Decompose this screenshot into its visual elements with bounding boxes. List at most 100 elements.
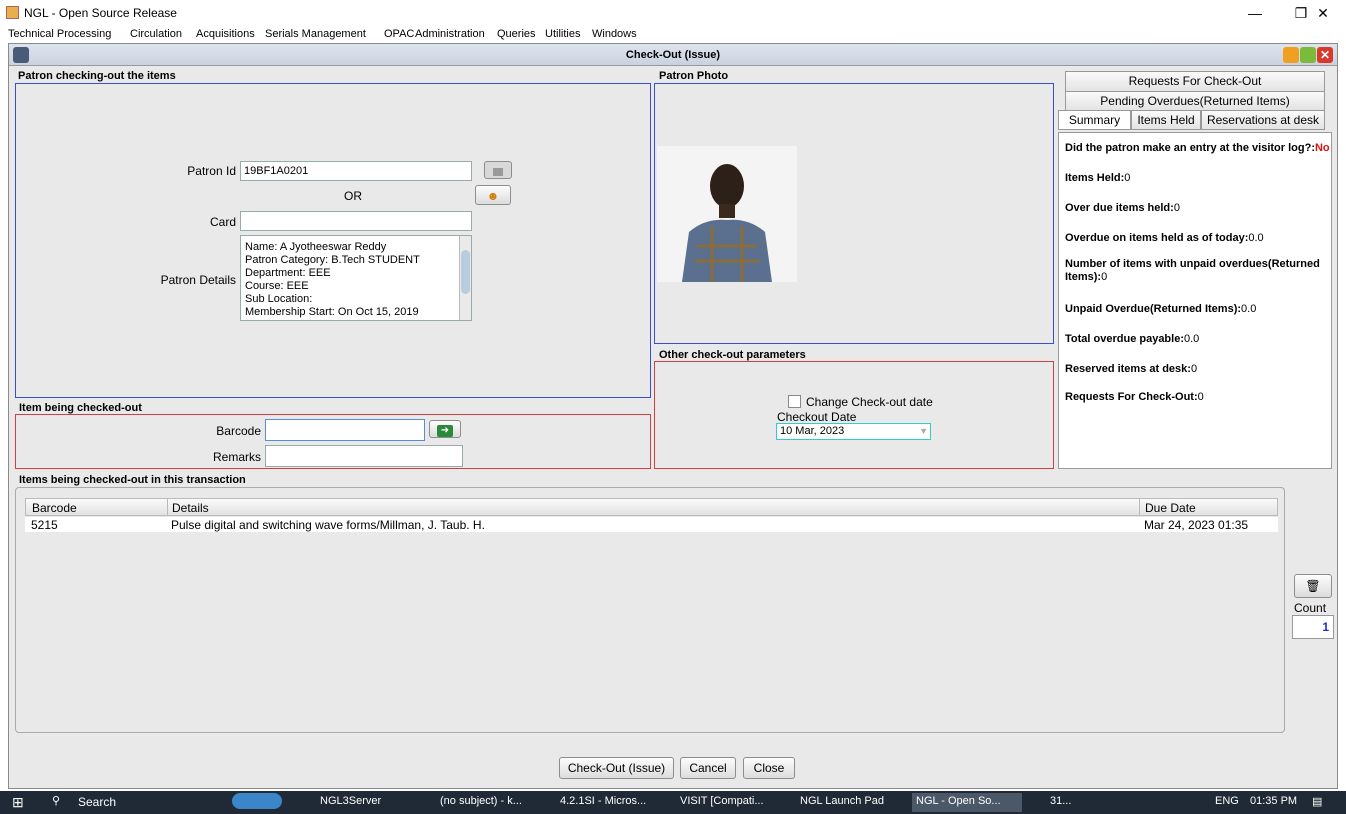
checkout-date-label: Checkout Date: [777, 410, 857, 424]
details-line: Membership Start: On Oct 15, 2019: [245, 306, 419, 318]
table-row[interactable]: 5215 Pulse digital and switching wave fo…: [25, 517, 1278, 532]
items-held-line: Items Held:0: [1065, 172, 1130, 184]
dropdown-arrow-icon[interactable]: ▼: [919, 424, 928, 439]
menu-utilities[interactable]: Utilities: [545, 28, 580, 40]
visitor-log-value: No: [1314, 142, 1330, 154]
menu-acquisitions[interactable]: Acquisitions: [196, 28, 255, 40]
menu-bar: Technical Processing Circulation Acquisi…: [0, 26, 1346, 42]
windows-start-icon[interactable]: ⊞: [12, 794, 24, 811]
taskbar-ngl-open-source[interactable]: NGL - Open So...: [912, 793, 1022, 812]
remarks-input[interactable]: [265, 445, 463, 467]
params-section-title: Other check-out parameters: [659, 349, 806, 361]
menu-queries[interactable]: Queries: [497, 28, 536, 40]
row-due-date: Mar 24, 2023 01:35: [1144, 518, 1249, 532]
details-scrollbar[interactable]: [459, 236, 471, 320]
tab-requests-for-checkout[interactable]: Requests For Check-Out: [1065, 71, 1325, 92]
taskbar: ⊞ ⚲ Search NGL3Server (no subject) - k..…: [0, 791, 1346, 814]
checkout-frame: Check-Out (Issue) ✕ Patron checking-out …: [8, 43, 1338, 789]
taskbar-word-2[interactable]: VISIT [Compati...: [680, 795, 764, 807]
row-barcode: 5215: [31, 518, 58, 532]
menu-windows[interactable]: Windows: [592, 28, 637, 40]
patron-panel: Patron Id 19BF1A0201 OR ☻ Card Patron De…: [15, 83, 651, 398]
checkout-date-input[interactable]: 10 Mar, 2023 ▼: [776, 423, 931, 440]
taskbar-chrome[interactable]: (no subject) - k...: [440, 795, 522, 807]
reserved-value: 0: [1190, 363, 1198, 375]
transaction-section-title: Items being checked-out in this transact…: [19, 474, 246, 486]
barcode-input[interactable]: [265, 419, 425, 441]
checkout-date-value: 10 Mar, 2023: [780, 425, 845, 437]
requests-value: 0: [1197, 391, 1204, 403]
patron-section-title: Patron checking-out the items: [18, 70, 176, 82]
menu-serials-management[interactable]: Serials Management: [265, 28, 366, 40]
total-payable-value: 0.0: [1184, 333, 1200, 345]
frame-minimize-icon[interactable]: [1283, 47, 1299, 63]
details-line: Department: EEE: [245, 267, 331, 279]
user-icon: ☻: [486, 189, 500, 203]
unpaid-amount-value: 0.0: [1241, 303, 1257, 315]
overdue-today-line: Overdue on items held as of today:0.0: [1065, 232, 1264, 244]
taskbar-weather[interactable]: 31...: [1050, 795, 1071, 807]
search-icon[interactable]: ⚲: [52, 794, 60, 807]
tab-pending-overdues[interactable]: Pending Overdues(Returned Items): [1065, 91, 1325, 111]
column-barcode[interactable]: Barcode: [32, 501, 77, 515]
cancel-button[interactable]: Cancel: [680, 757, 736, 779]
total-payable-line: Total overdue payable:0.0: [1065, 333, 1199, 345]
count-value: 1: [1292, 615, 1334, 639]
patron-details-label: Patron Details: [160, 273, 236, 287]
unpaid-count-value: 0: [1101, 271, 1108, 283]
patron-lookup-button[interactable]: [484, 161, 512, 179]
reserved-label: Reserved items at desk:: [1065, 363, 1191, 375]
patron-search-button[interactable]: ☻: [475, 185, 511, 205]
close-window-button[interactable]: ✕: [1300, 2, 1346, 24]
unpaid-count-line: Number of items with unpaid overdues(Ret…: [1065, 258, 1329, 284]
patron-photo: [657, 146, 797, 282]
taskbar-clock[interactable]: 01:35 PM: [1250, 795, 1297, 807]
count-label: Count: [1294, 601, 1327, 615]
overdue-today-value: 0.0: [1248, 232, 1264, 244]
taskbar-image-thumbnail[interactable]: [232, 793, 282, 809]
column-details[interactable]: Details: [172, 501, 209, 515]
menu-circulation[interactable]: Circulation: [130, 28, 182, 40]
overdue-items-value: 0: [1173, 202, 1180, 214]
item-section-title: Item being checked-out: [19, 402, 142, 414]
notification-icon[interactable]: ▤: [1312, 795, 1322, 808]
frame-close-icon[interactable]: ✕: [1317, 47, 1333, 63]
taskbar-search[interactable]: Search: [78, 795, 116, 809]
delete-button[interactable]: 🗑: [1294, 574, 1332, 598]
taskbar-language[interactable]: ENG: [1215, 795, 1239, 807]
arrow-right-icon: ➜: [437, 425, 453, 437]
tab-items-held[interactable]: Items Held: [1131, 110, 1201, 130]
frame-title: Check-Out (Issue): [625, 49, 721, 61]
window-title: NGL - Open Source Release: [24, 6, 177, 20]
column-due-date[interactable]: Due Date: [1145, 501, 1196, 515]
taskbar-word-1[interactable]: 4.2.1SI - Micros...: [560, 795, 646, 807]
frame-maximize-icon[interactable]: [1300, 47, 1316, 63]
change-date-checkbox[interactable]: [788, 395, 801, 408]
row-details: Pulse digital and switching wave forms/M…: [171, 518, 485, 532]
table-header: Barcode Details Due Date: [25, 498, 1278, 516]
visitor-log-label: Did the patron make an entry at the visi…: [1065, 142, 1315, 154]
minimize-button[interactable]: —: [1232, 2, 1278, 24]
card-input[interactable]: [240, 211, 472, 231]
patron-id-input[interactable]: 19BF1A0201: [240, 161, 472, 181]
overdue-items-label: Over due items held:: [1065, 202, 1174, 214]
checkout-issue-button[interactable]: Check-Out (Issue): [559, 757, 674, 779]
transaction-panel: Barcode Details Due Date 5215 Pulse digi…: [15, 487, 1285, 733]
tab-reservations-at-desk[interactable]: Reservations at desk: [1201, 110, 1325, 130]
menu-opac[interactable]: OPAC: [384, 28, 414, 40]
taskbar-ngl3server[interactable]: NGL3Server: [320, 795, 381, 807]
window-titlebar: NGL - Open Source Release — ❐ ✕: [0, 0, 1346, 26]
menu-technical-processing[interactable]: Technical Processing: [8, 28, 111, 40]
menu-administration[interactable]: Administration: [415, 28, 485, 40]
barcode-go-button[interactable]: ➜: [429, 420, 461, 438]
photo-section-title: Patron Photo: [659, 70, 729, 82]
scroll-thumb[interactable]: [461, 250, 470, 294]
taskbar-ngl-launchpad[interactable]: NGL Launch Pad: [800, 795, 884, 807]
tab-summary[interactable]: Summary: [1058, 110, 1131, 130]
close-button[interactable]: Close: [743, 757, 795, 779]
photo-panel: [654, 83, 1054, 344]
reserved-line: Reserved items at desk:0: [1065, 363, 1197, 375]
patron-details-box[interactable]: Name: A Jyotheeswar Reddy Patron Categor…: [240, 235, 472, 321]
frame-titlebar: Check-Out (Issue) ✕: [9, 44, 1337, 66]
app-icon: [6, 6, 19, 19]
